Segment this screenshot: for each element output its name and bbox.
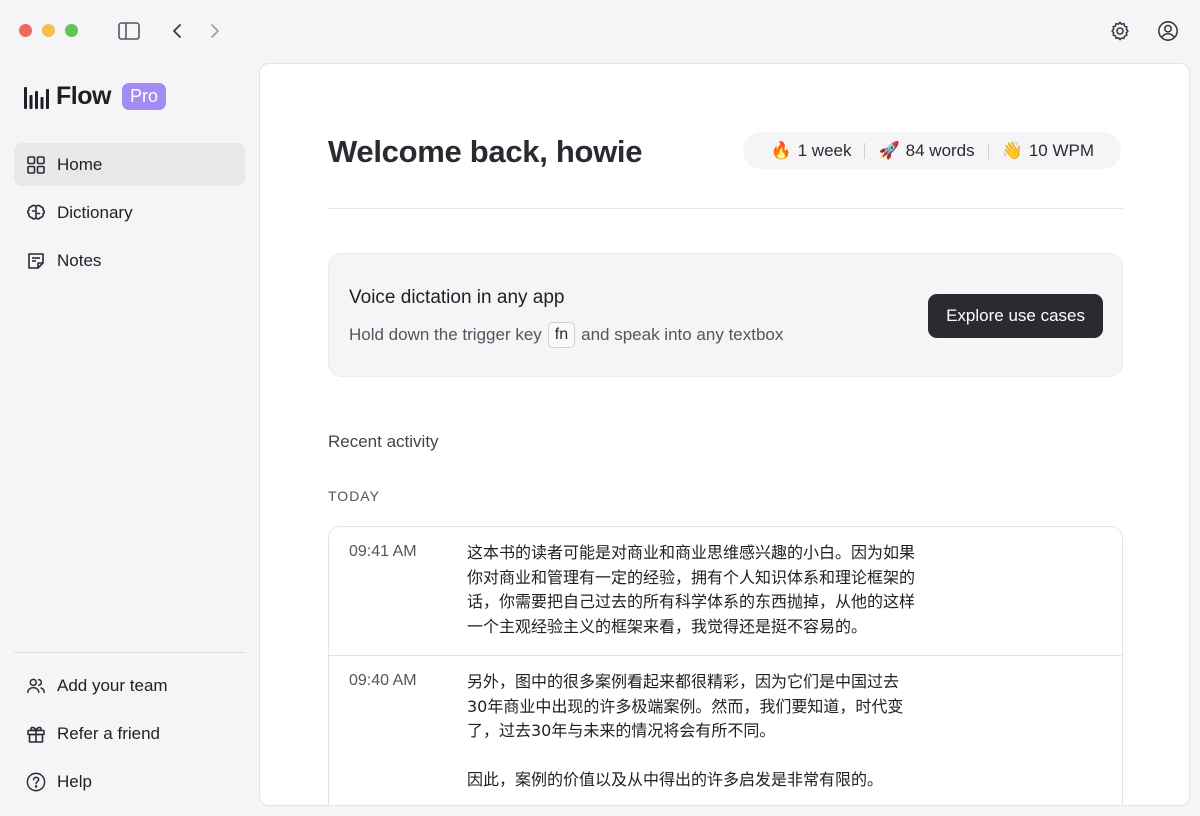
stats-pill: 🔥 1 week 🚀 84 words 👋 10 WPM <box>743 132 1121 169</box>
recent-activity-heading: Recent activity <box>328 432 439 451</box>
waveform-icon <box>24 85 50 109</box>
help-label: Help <box>57 772 92 791</box>
promo-title: Voice dictation in any app <box>349 287 565 308</box>
main-panel: Welcome back, howie 🔥 1 week 🚀 84 words … <box>259 63 1190 806</box>
app-window: Flow Pro Home Dictionary Notes Add your … <box>0 0 1200 816</box>
promo-subtitle-after: and speak into any textbox <box>581 325 784 344</box>
streak-value: 1 week <box>797 140 852 160</box>
entry-transcript: 这本书的读者可能是对商业和商业思维感兴趣的小白。因为如果你对商业和管理有一定的经… <box>467 527 915 655</box>
streak-stat: 🔥 1 week <box>757 141 864 161</box>
refer-friend-label: Refer a friend <box>57 724 160 743</box>
sidebar-item-notes[interactable]: Notes <box>14 239 245 282</box>
team-icon <box>26 676 46 696</box>
activity-list: 09:41 AM 这本书的读者可能是对商业和商业思维感兴趣的小白。因为如果你对商… <box>328 526 1123 805</box>
promo-subtitle: Hold down the trigger key fn and speak i… <box>349 322 783 348</box>
sidebar-item-dictionary[interactable]: Dictionary <box>14 191 245 234</box>
activity-entry[interactable]: 09:41 AM 这本书的读者可能是对商业和商业思维感兴趣的小白。因为如果你对商… <box>329 527 1122 656</box>
entry-time: 09:41 AM <box>349 543 417 560</box>
minimize-window-button[interactable] <box>42 24 55 37</box>
words-stat: 🚀 84 words <box>865 141 987 161</box>
sidebar-bottom-nav: Add your team Refer a friend Help <box>14 664 245 808</box>
grid-icon <box>26 155 46 175</box>
back-chevron-icon[interactable] <box>166 20 188 42</box>
explore-use-cases-button[interactable]: Explore use cases <box>928 294 1103 338</box>
transcript-paragraph: 因此，案例的价值以及从中得出的许多启发是非常有限的。 <box>467 769 884 789</box>
gear-icon[interactable] <box>1109 20 1131 42</box>
entry-time: 09:40 AM <box>349 672 417 689</box>
transcript-paragraph: 另外，图中的很多案例看起来都很精彩，因为它们是中国过去30年商业中出现的许多极端… <box>467 672 904 740</box>
note-icon <box>26 251 46 271</box>
help-icon <box>26 772 46 792</box>
rocket-icon: 🚀 <box>878 140 900 160</box>
plan-badge: Pro <box>121 83 166 110</box>
account-avatar-icon[interactable] <box>1157 20 1179 42</box>
refer-friend-button[interactable]: Refer a friend <box>14 712 245 756</box>
trigger-key-badge: fn <box>547 322 576 348</box>
zoom-window-button[interactable] <box>65 24 78 37</box>
header-divider <box>328 208 1123 209</box>
wave-hand-icon: 👋 <box>1001 140 1023 160</box>
add-team-button[interactable]: Add your team <box>14 664 245 708</box>
forward-chevron-icon[interactable] <box>204 20 226 42</box>
sidebar-nav: Home Dictionary Notes <box>14 143 245 287</box>
date-group-label: TODAY <box>328 488 380 504</box>
close-window-button[interactable] <box>19 24 32 37</box>
activity-entry[interactable]: 09:40 AM 另外，图中的很多案例看起来都很精彩，因为它们是中国过去30年商… <box>329 656 1122 805</box>
words-value: 84 words <box>905 140 975 160</box>
gift-icon <box>26 724 46 744</box>
window-controls <box>19 24 78 37</box>
add-team-label: Add your team <box>57 676 168 695</box>
brain-icon <box>26 203 46 223</box>
sidebar-item-label: Notes <box>57 250 102 270</box>
promo-card: Voice dictation in any app Hold down the… <box>328 253 1123 377</box>
brand-logo: Flow Pro <box>24 82 166 111</box>
wpm-value: 10 WPM <box>1028 140 1094 160</box>
transcript-paragraph: 这本书的读者可能是对商业和商业思维感兴趣的小白。因为如果你对商业和管理有一定的经… <box>467 543 916 636</box>
promo-subtitle-before: Hold down the trigger key <box>349 325 542 344</box>
sidebar-item-label: Dictionary <box>57 202 133 222</box>
help-button[interactable]: Help <box>14 760 245 804</box>
sidebar-divider <box>14 652 245 653</box>
fire-icon: 🔥 <box>770 140 792 160</box>
sidebar-item-label: Home <box>57 154 103 174</box>
sidebar-item-home[interactable]: Home <box>14 143 245 186</box>
wpm-stat: 👋 10 WPM <box>989 141 1107 161</box>
entry-transcript: 另外，图中的很多案例看起来都很精彩，因为它们是中国过去30年商业中出现的许多极端… <box>467 656 915 805</box>
page-title: Welcome back, howie <box>328 134 643 169</box>
sidebar-toggle-icon[interactable] <box>118 20 140 42</box>
app-name: Flow <box>56 82 111 110</box>
